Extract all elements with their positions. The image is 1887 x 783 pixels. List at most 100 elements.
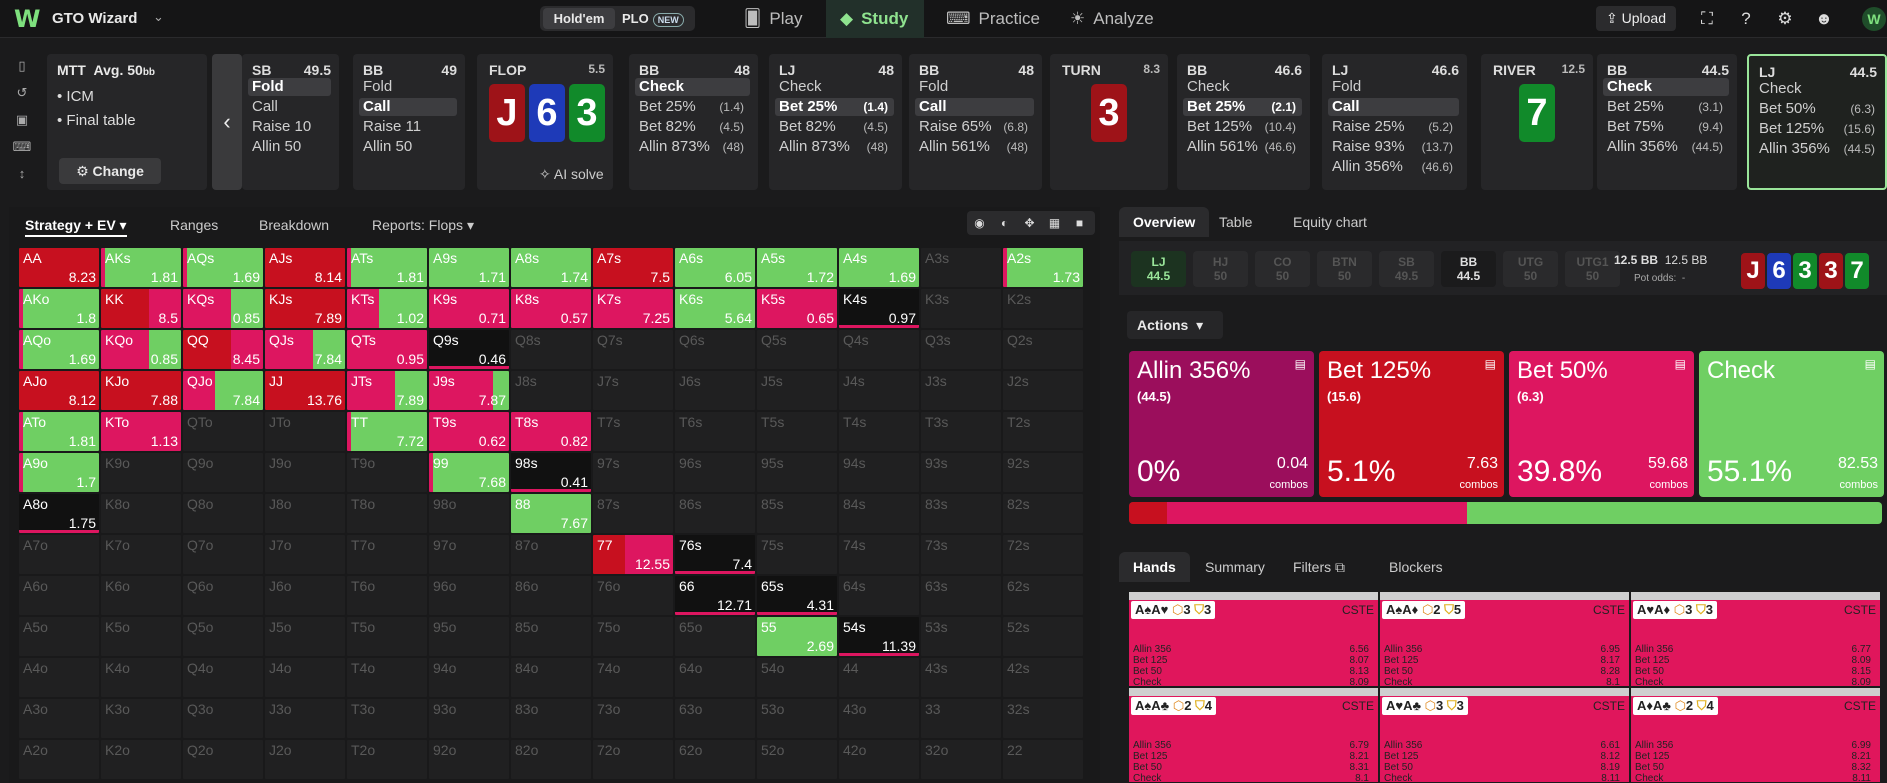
hand-cell-ATs[interactable]: 1.81 ATs [347, 248, 427, 287]
hand-cell-A9o[interactable]: 1.7 A9o [19, 453, 99, 492]
street-card-6[interactable]: TURN 8.3 3 [1050, 54, 1168, 190]
hand-cell-72o[interactable]: 72o [593, 740, 673, 779]
hand-cell-QQ[interactable]: 8.45 QQ [183, 330, 263, 369]
hand-cell-82o[interactable]: 82o [511, 740, 591, 779]
position-co[interactable]: CO 50 [1255, 251, 1310, 287]
tab-overview[interactable]: Overview [1119, 207, 1210, 237]
tab-filters[interactable]: Filters ⧉ [1279, 552, 1359, 582]
hand-card[interactable]: A♥A♣ ⬡3 ⛉3 CSTE Allin 356 6.61 Bet 125 8.12 Be… [1380, 688, 1629, 782]
action-option[interactable]: Bet 82% (4.5) [775, 118, 894, 136]
position-lj[interactable]: LJ 44.5 [1131, 251, 1186, 287]
street-card-5[interactable]: BB 48 Fold Call Raise 65% (6.8) Allin 561% (48) [909, 54, 1042, 190]
hand-cell-33[interactable]: 33 [921, 699, 1001, 738]
hand-cell-J2s[interactable]: J2s [1003, 371, 1083, 410]
hand-cell-52s[interactable]: 52s [1003, 617, 1083, 656]
street-card-9[interactable]: RIVER 12.5 7 [1481, 54, 1593, 190]
action-option[interactable]: Fold [359, 78, 457, 96]
hand-cell-76s[interactable]: 7.4 76s [675, 535, 755, 574]
hand-cell-Q5o[interactable]: Q5o [183, 617, 263, 656]
hand-cell-AKs[interactable]: 1.81 AKs [101, 248, 181, 287]
user-icon[interactable]: ☻ [1813, 8, 1835, 30]
action-option[interactable]: Allin 50 [248, 138, 331, 156]
action-option[interactable]: Check [1755, 80, 1881, 98]
hand-cell-74o[interactable]: 74o [593, 658, 673, 697]
hand-cell-62s[interactable]: 62s [1003, 576, 1083, 615]
hand-cell-65o[interactable]: 65o [675, 617, 755, 656]
action-option[interactable]: Bet 25% (1.4) [635, 98, 750, 116]
hand-cell-85s[interactable]: 85s [757, 494, 837, 533]
action-option[interactable]: Fold [1328, 78, 1459, 96]
details-icon[interactable]: ▤ [1865, 357, 1876, 371]
position-bb[interactable]: BB 44.5 [1441, 251, 1496, 287]
hand-cell-Q5s[interactable]: Q5s [757, 330, 837, 369]
hand-cell-AA[interactable]: 8.23 AA [19, 248, 99, 287]
hand-cell-98o[interactable]: 98o [429, 494, 509, 533]
hand-cell-A9s[interactable]: 1.71 A9s [429, 248, 509, 287]
hand-cell-43o[interactable]: 43o [839, 699, 919, 738]
hand-cell-22[interactable]: 22 [1003, 740, 1083, 779]
hand-cell-J2o[interactable]: J2o [265, 740, 345, 779]
hand-cell-K9o[interactable]: K9o [101, 453, 181, 492]
hand-cell-74s[interactable]: 74s [839, 535, 919, 574]
hand-cell-J6s[interactable]: J6s [675, 371, 755, 410]
hand-cell-96s[interactable]: 96s [675, 453, 755, 492]
hand-cell-AQo[interactable]: 1.69 AQo [19, 330, 99, 369]
street-card-10[interactable]: BB 44.5 Check Bet 25% (3.1) Bet 75% (9.4) Allin… [1597, 54, 1737, 190]
hand-cell-J8o[interactable]: J8o [265, 494, 345, 533]
hand-cell-76o[interactable]: 76o [593, 576, 673, 615]
action-option[interactable]: Allin 356% (44.5) [1755, 140, 1881, 158]
hand-cell-92o[interactable]: 92o [429, 740, 509, 779]
action-card-0[interactable]: Allin 356% (44.5) 0% 0.04 combos ▤ [1129, 351, 1314, 497]
hand-cell-53s[interactable]: 53s [921, 617, 1001, 656]
details-icon[interactable]: ▤ [1485, 357, 1496, 371]
street-card-8[interactable]: LJ 46.6 Fold Call Raise 25% (5.2) Raise 93% (13… [1322, 54, 1467, 190]
ai-solve-button[interactable]: ✧ AI solve [539, 166, 604, 183]
hand-cell-Q4o[interactable]: Q4o [183, 658, 263, 697]
hand-cell-QJs[interactable]: 7.84 QJs [265, 330, 345, 369]
action-option[interactable]: Allin 356% (46.6) [1328, 158, 1459, 176]
tab-hands[interactable]: Hands [1119, 552, 1190, 582]
grid-icon[interactable]: ▦ [1042, 211, 1067, 235]
hand-card[interactable]: A♥A♦ ⬡3 ⛉3 CSTE Allin 356 6.77 Bet 125 8.09 Be… [1631, 592, 1880, 686]
hand-cell-J3s[interactable]: J3s [921, 371, 1001, 410]
action-option[interactable]: Raise 93% (13.7) [1328, 138, 1459, 156]
hand-cell-54o[interactable]: 54o [757, 658, 837, 697]
action-option[interactable]: Check [1183, 78, 1302, 96]
hand-card[interactable]: A♠A♣ ⬡2 ⛉4 CSTE Allin 356 6.79 Bet 125 8.21 Be… [1129, 688, 1378, 782]
hand-cell-97o[interactable]: 97o [429, 535, 509, 574]
hand-cell-73s[interactable]: 73s [921, 535, 1001, 574]
action-option[interactable]: Check [775, 78, 894, 96]
hand-cell-K4o[interactable]: K4o [101, 658, 181, 697]
hand-cell-63o[interactable]: 63o [675, 699, 755, 738]
mode-holdem-button[interactable]: Hold'em [543, 8, 615, 29]
action-option[interactable]: Call [248, 98, 331, 116]
hand-card[interactable]: A♠A♥ ⬡3 ⛉3 CSTE Allin 356 6.56 Bet 125 8.07 Be… [1129, 592, 1378, 686]
tab-equity-chart[interactable]: Equity chart [1279, 207, 1381, 237]
hand-cell-Q7s[interactable]: Q7s [593, 330, 673, 369]
hand-cell-QJo[interactable]: 7.84 QJo [183, 371, 263, 410]
street-card-3[interactable]: BB 48 Check Bet 25% (1.4) Bet 82% (4.5) Allin 8… [629, 54, 758, 190]
action-option[interactable]: Bet 50% (6.3) [1755, 100, 1881, 118]
hand-cell-K8s[interactable]: 0.57 K8s [511, 289, 591, 328]
hand-cell-K9s[interactable]: 0.71 K9s [429, 289, 509, 328]
actions-dropdown[interactable]: Actions ▾ [1127, 311, 1223, 339]
action-option[interactable]: Bet 25% (2.1) [1183, 98, 1302, 116]
hand-cell-32s[interactable]: 32s [1003, 699, 1083, 738]
hand-cell-77[interactable]: 12.55 77 [593, 535, 673, 574]
action-option[interactable]: Call [1328, 98, 1459, 116]
action-option[interactable]: Check [1603, 78, 1729, 96]
hand-cell-64o[interactable]: 64o [675, 658, 755, 697]
hand-cell-62o[interactable]: 62o [675, 740, 755, 779]
hand-cell-T9o[interactable]: T9o [347, 453, 427, 492]
hand-cell-A7s[interactable]: 7.5 A7s [593, 248, 673, 287]
hand-cell-52o[interactable]: 52o [757, 740, 837, 779]
hand-cell-A7o[interactable]: A7o [19, 535, 99, 574]
hand-cell-Q2s[interactable]: Q2s [1003, 330, 1083, 369]
hand-cell-T6s[interactable]: T6s [675, 412, 755, 451]
hand-cell-J7s[interactable]: J7s [593, 371, 673, 410]
hand-cell-J4s[interactable]: J4s [839, 371, 919, 410]
hand-cell-T5o[interactable]: T5o [347, 617, 427, 656]
hand-cell-Q8s[interactable]: Q8s [511, 330, 591, 369]
hand-cell-A5o[interactable]: A5o [19, 617, 99, 656]
street-card-0[interactable]: SB 49.5 Fold Call Raise 10 Allin 50 [242, 54, 339, 190]
